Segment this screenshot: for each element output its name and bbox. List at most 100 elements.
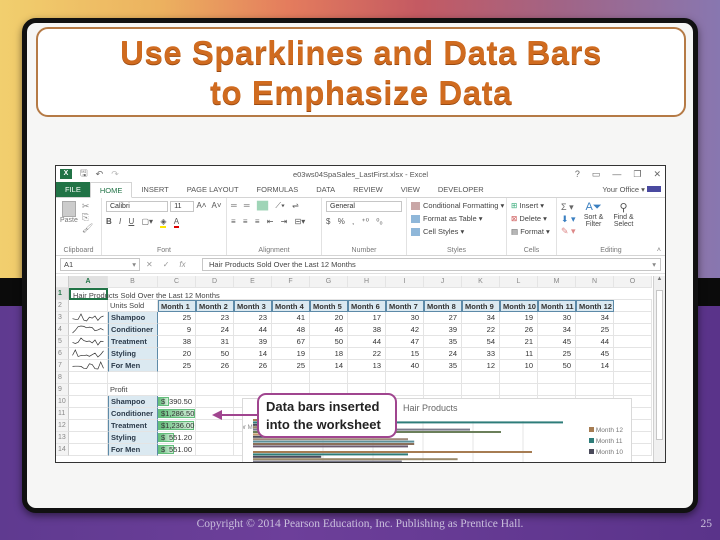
fill-color-icon[interactable]: ◈ xyxy=(160,217,167,228)
profit-product-name[interactable]: Styling xyxy=(108,432,158,444)
cell-styles-button[interactable]: Cell Styles ▾ xyxy=(411,227,502,240)
cell[interactable] xyxy=(69,432,108,444)
cell[interactable] xyxy=(614,348,652,360)
select-all-corner[interactable] xyxy=(56,276,69,288)
cell[interactable] xyxy=(538,384,576,396)
chart-bar[interactable] xyxy=(253,445,408,448)
cell[interactable] xyxy=(69,444,108,456)
row-header-12[interactable]: 12 xyxy=(56,420,69,432)
cell[interactable] xyxy=(272,288,310,300)
units-value[interactable]: 14 xyxy=(234,348,272,360)
units-value[interactable]: 21 xyxy=(500,336,538,348)
row-header-5[interactable]: 5 xyxy=(56,336,69,348)
decrease-font-icon[interactable]: A˅ xyxy=(211,201,221,210)
expand-formula-icon[interactable]: ▾ xyxy=(652,259,656,271)
format-painter-icon[interactable]: 🖌 xyxy=(82,223,93,234)
fill-icon[interactable]: ⬇ ▾ xyxy=(561,213,576,225)
vertical-scrollbar[interactable]: ▲ xyxy=(653,276,665,462)
font-size-dropdown[interactable]: 11 xyxy=(170,201,195,212)
month-header[interactable]: Month 1 xyxy=(158,300,196,312)
cut-icon[interactable]: ✂ xyxy=(82,201,93,212)
units-value[interactable]: 34 xyxy=(462,312,500,324)
units-value[interactable]: 23 xyxy=(196,312,234,324)
chart-bar[interactable] xyxy=(253,443,415,445)
units-value[interactable]: 44 xyxy=(576,336,614,348)
units-value[interactable]: 34 xyxy=(576,312,614,324)
cancel-icon[interactable]: ✕ xyxy=(146,260,153,269)
units-value[interactable]: 50 xyxy=(310,336,348,348)
cell[interactable] xyxy=(576,372,614,384)
units-value[interactable]: 14 xyxy=(576,360,614,372)
month-header[interactable]: Month 12 xyxy=(576,300,614,312)
insert-cells-button[interactable]: ⊞ Insert ▾ xyxy=(511,201,552,214)
units-value[interactable]: 33 xyxy=(462,348,500,360)
find-select-button[interactable]: ⚲ Find & Select xyxy=(612,201,636,237)
cell[interactable] xyxy=(424,384,462,396)
tab-review[interactable]: REVIEW xyxy=(344,182,392,197)
units-value[interactable]: 25 xyxy=(272,360,310,372)
cell[interactable] xyxy=(576,384,614,396)
cell[interactable] xyxy=(196,420,234,432)
units-value[interactable]: 12 xyxy=(462,360,500,372)
bottom-align-icon[interactable]: ██ xyxy=(256,201,269,210)
units-value[interactable]: 15 xyxy=(386,348,424,360)
month-header[interactable]: Month 3 xyxy=(234,300,272,312)
conditional-formatting-button[interactable]: Conditional Formatting ▾ xyxy=(411,201,504,214)
row-header-8[interactable]: 8 xyxy=(56,372,69,384)
italic-button[interactable]: I xyxy=(119,217,121,226)
underline-button[interactable]: U xyxy=(128,217,134,226)
units-value[interactable]: 47 xyxy=(386,336,424,348)
chart-bar[interactable] xyxy=(253,438,408,441)
minimize-icon[interactable]: — xyxy=(612,169,621,180)
row-header-4[interactable]: 4 xyxy=(56,324,69,336)
cell[interactable] xyxy=(614,336,652,348)
decrease-decimal-icon[interactable]: ⁰₀ xyxy=(376,217,383,226)
cell[interactable] xyxy=(196,384,234,396)
number-format-dropdown[interactable]: General xyxy=(326,201,402,212)
cell[interactable] xyxy=(108,372,158,384)
percent-button[interactable]: % xyxy=(338,217,345,226)
cell[interactable] xyxy=(424,288,462,300)
paste-button[interactable]: Paste xyxy=(60,201,78,234)
column-header-g[interactable]: G xyxy=(310,276,348,288)
units-value[interactable]: 40 xyxy=(386,360,424,372)
month-header[interactable]: Month 9 xyxy=(462,300,500,312)
cell[interactable] xyxy=(538,372,576,384)
comma-button[interactable]: , xyxy=(352,217,354,226)
units-value[interactable]: 10 xyxy=(500,360,538,372)
cell[interactable] xyxy=(158,384,196,396)
tab-developer[interactable]: DEVELOPER xyxy=(429,182,493,197)
row-header-3[interactable]: 3 xyxy=(56,312,69,324)
tab-home[interactable]: HOME xyxy=(89,182,133,198)
sparkline-cell[interactable] xyxy=(69,360,108,372)
column-header-c[interactable]: C xyxy=(158,276,196,288)
format-as-table-button[interactable]: Format as Table ▾ xyxy=(411,214,502,227)
month-header[interactable]: Month 5 xyxy=(310,300,348,312)
cell[interactable] xyxy=(196,396,234,408)
row-header-9[interactable]: 9 xyxy=(56,384,69,396)
units-value[interactable]: 39 xyxy=(234,336,272,348)
units-value[interactable]: 18 xyxy=(310,348,348,360)
row-header-10[interactable]: 10 xyxy=(56,396,69,408)
cell[interactable] xyxy=(196,372,234,384)
units-value[interactable]: 54 xyxy=(462,336,500,348)
units-value[interactable]: 22 xyxy=(348,348,386,360)
cell[interactable] xyxy=(69,420,108,432)
font-color-icon[interactable]: A xyxy=(173,217,180,228)
month-header[interactable]: Month 7 xyxy=(386,300,424,312)
sparkline-cell[interactable] xyxy=(69,348,108,360)
tab-view[interactable]: VIEW xyxy=(392,182,429,197)
units-value[interactable]: 44 xyxy=(348,336,386,348)
cell[interactable] xyxy=(158,372,196,384)
month-header[interactable]: Month 10 xyxy=(500,300,538,312)
currency-button[interactable]: $ xyxy=(326,217,330,226)
units-value[interactable]: 46 xyxy=(310,324,348,336)
month-header[interactable]: Month 11 xyxy=(538,300,576,312)
units-value[interactable]: 30 xyxy=(386,312,424,324)
profit-label[interactable]: Profit xyxy=(108,384,158,396)
units-value[interactable]: 14 xyxy=(310,360,348,372)
units-value[interactable]: 38 xyxy=(348,324,386,336)
units-value[interactable]: 39 xyxy=(424,324,462,336)
units-value[interactable]: 27 xyxy=(424,312,462,324)
undo-icon[interactable]: ↶ xyxy=(96,169,104,180)
